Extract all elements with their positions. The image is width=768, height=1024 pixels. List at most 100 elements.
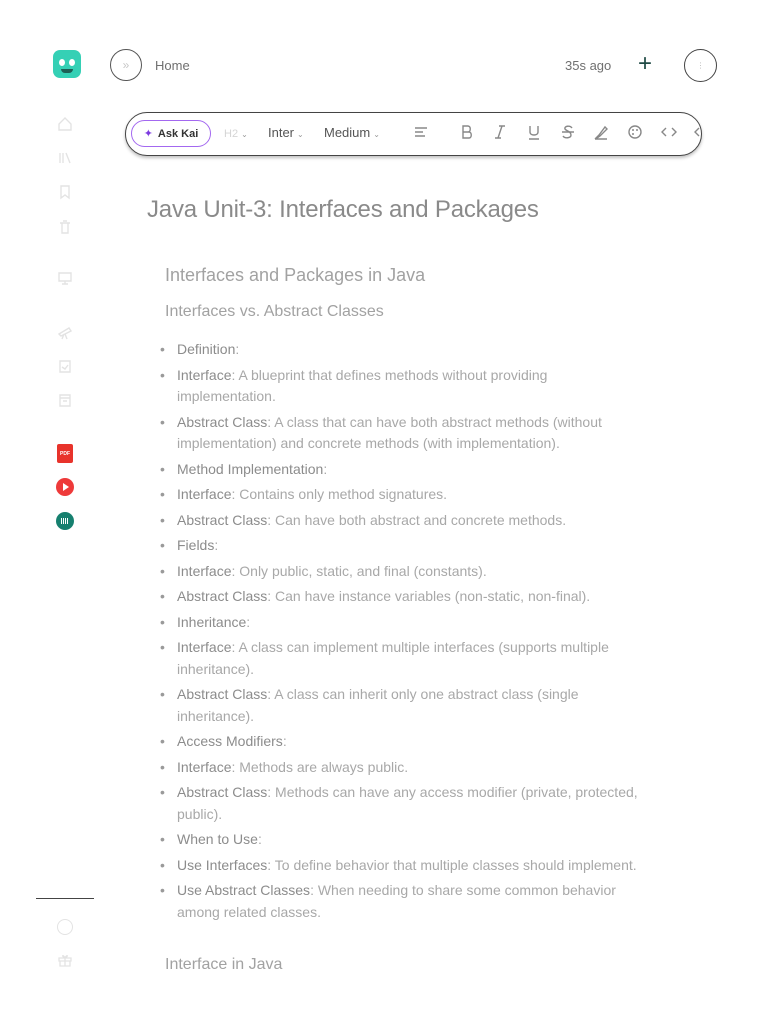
vertical-dots-icon: ⋮ [696,61,705,70]
list-item-term: Abstract Class [177,686,268,702]
list-item-term: Access Modifiers [177,733,283,749]
list-item-text: : Can have both abstract and concrete me… [267,511,567,528]
next-heading[interactable]: Interface in Java [165,956,282,974]
more-options-button[interactable]: ⋮ [684,49,717,82]
bold-button[interactable] [459,124,475,144]
list-item-term: Abstract Class [177,784,268,800]
new-page-button[interactable]: + [638,52,652,76]
expand-sidebar-button[interactable]: » [110,49,142,81]
heading-level-value: H2 [224,128,239,140]
list-item[interactable]: Use Abstract Classes: When needing to sh… [160,880,650,923]
list-item-text: : [323,460,328,477]
trash-icon[interactable] [56,218,74,236]
list-item-text: : [282,733,287,749]
font-weight-value: Medium [324,125,371,140]
list-item-text: : A class can implement multiple interfa… [177,639,609,677]
chevron-down-icon: ⌄ [241,130,248,139]
formatting-toolbar: ✦ Ask Kai H2 ⌄ Inter ⌄ Medium ⌄ [125,112,702,156]
help-circle-icon[interactable] [57,919,73,935]
align-dropdown[interactable] [413,124,429,144]
ask-kai-button[interactable]: ✦ Ask Kai [131,120,211,147]
sub-heading[interactable]: Interfaces vs. Abstract Classes [165,303,384,321]
font-weight-dropdown[interactable]: Medium ⌄ [324,125,380,140]
list-item[interactable]: Use Interfaces: To define behavior that … [160,855,650,877]
more-tools-icon[interactable] [694,124,701,144]
list-item[interactable]: Interface: Contains only method signatur… [160,484,650,506]
pdf-icon-label: PDF [60,450,70,457]
audio-icon[interactable] [56,512,74,530]
telescope-icon[interactable] [56,323,74,341]
ask-kai-label: Ask Kai [157,127,199,140]
list-item-term: Method Implementation [177,460,324,477]
underline-icon [529,126,539,140]
color-button[interactable] [627,124,643,144]
highlight-button[interactable] [593,124,609,144]
chevron-down-icon: ⌄ [373,130,380,139]
document-title[interactable]: Java Unit-3: Interfaces and Packages [147,196,539,224]
font-family-dropdown[interactable]: Inter ⌄ [268,125,304,140]
list-item[interactable]: Fields: [160,535,650,557]
video-play-icon[interactable] [56,478,74,496]
list-item[interactable]: Interface: Only public, static, and fina… [160,561,650,583]
list-item[interactable]: When to Use: [160,829,650,851]
bookmark-icon[interactable] [56,183,74,201]
list-item-term: Inheritance [177,613,247,630]
last-saved-status: 35s ago [565,58,612,73]
list-item[interactable]: Abstract Class: Can have both abstract a… [160,510,650,532]
list-item[interactable]: Method Implementation: [160,459,650,481]
list-item[interactable]: Abstract Class: A class that can have bo… [160,412,650,455]
list-item-text: : Only public, static, and final (consta… [231,562,487,579]
section-heading[interactable]: Interfaces and Packages in Java [165,265,425,286]
list-item-term: Abstract Class [177,588,268,604]
list-item[interactable]: Abstract Class: Methods can have any acc… [160,782,650,825]
list-item-term: Definition [177,341,236,357]
list-item[interactable]: Interface: A blueprint that defines meth… [160,365,650,408]
italic-icon [495,125,505,139]
library-icon[interactable] [56,149,74,167]
list-item-term: Abstract Class [177,511,268,528]
list-item[interactable]: Access Modifiers: [160,731,650,753]
breadcrumb-home[interactable]: Home [155,58,190,73]
align-left-icon [415,127,427,137]
home-icon[interactable] [56,115,74,133]
list-item-text: : [257,831,262,847]
strikethrough-button[interactable] [560,124,576,144]
list-item[interactable]: Definition: [160,339,650,361]
list-item[interactable]: Interface: Methods are always public. [160,757,650,779]
bold-icon [462,125,472,139]
underline-button[interactable] [526,124,542,144]
list-item-text: : [246,613,251,630]
palette-icon [628,125,642,139]
list-item-text: : A blueprint that defines methods witho… [177,366,548,405]
app-logo[interactable] [53,50,81,78]
list-item[interactable]: Interface: A class can implement multipl… [160,637,650,680]
presentation-icon[interactable] [56,269,74,287]
archive-icon[interactable] [56,391,74,409]
calendar-icon[interactable] [56,357,74,375]
plus-icon: + [638,50,653,77]
list-item-term: Use Abstract Classes [177,882,311,898]
list-item-text: : Can have instance variables (non-stati… [267,588,591,604]
list-item[interactable]: Abstract Class: Can have instance variab… [160,586,650,608]
list-item[interactable]: Inheritance: [160,612,650,634]
list-item-term: Interface [177,486,232,502]
double-chevron-right-icon: » [122,58,130,72]
list-item[interactable]: Abstract Class: A class can inherit only… [160,684,650,727]
list-item-text: : Methods are always public. [231,758,409,775]
highlighter-icon [594,125,608,140]
bullet-list: Definition:Interface: A blueprint that d… [160,339,650,927]
list-item-term: When to Use [177,831,258,847]
heading-level-dropdown[interactable]: H2 ⌄ [224,125,248,140]
italic-button[interactable] [492,124,508,144]
sparkle-icon: ✦ [143,128,153,140]
list-item-text: : To define behavior that multiple class… [267,856,637,873]
code-button[interactable] [661,124,677,144]
list-item-term: Interface [177,758,232,775]
list-item-term: Use Interfaces [177,856,268,873]
chevron-down-icon: ⌄ [297,130,304,139]
list-item-text: : Contains only method signatures. [231,486,448,502]
strikethrough-icon [562,125,574,139]
list-item-term: Interface [177,639,232,655]
pdf-icon[interactable]: PDF [57,444,73,463]
gift-icon[interactable] [56,951,74,969]
